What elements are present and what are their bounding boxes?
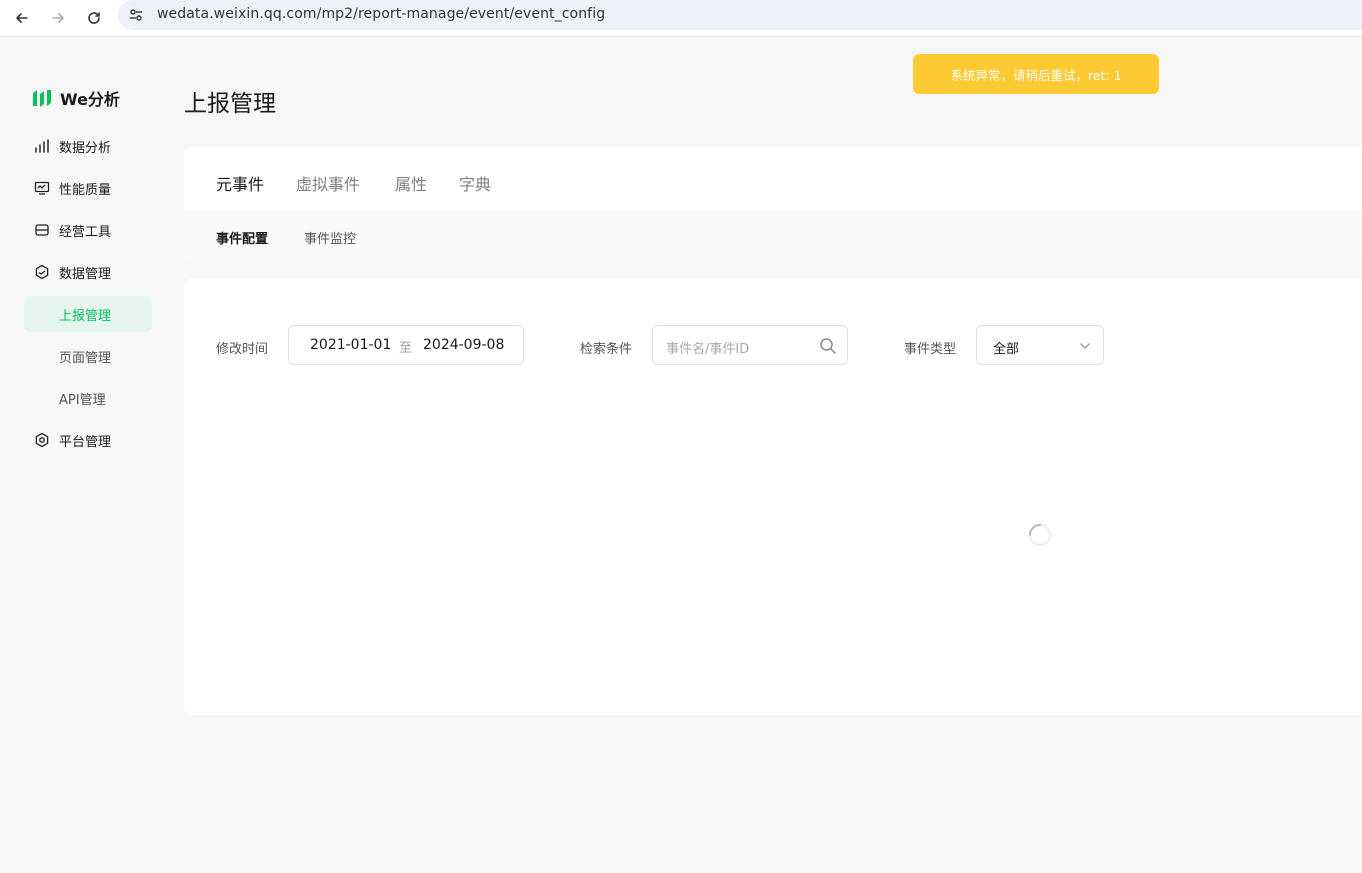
tab-virtual-events[interactable]: 虚拟事件: [296, 171, 360, 195]
tab-properties[interactable]: 属性: [395, 171, 427, 195]
sidebar-item-api-management[interactable]: API管理: [24, 380, 152, 416]
event-type-label: 事件类型: [904, 342, 957, 357]
search-icon[interactable]: [819, 337, 837, 355]
address-bar[interactable]: wedata.weixin.qq.com/mp2/report-manage/e…: [118, 0, 1362, 30]
subtab-event-config[interactable]: 事件配置: [216, 228, 268, 247]
arrow-left-icon: [16, 13, 28, 23]
reload-button[interactable]: [80, 4, 108, 32]
data-manage-icon: [35, 264, 49, 280]
tab-meta-events[interactable]: 元事件: [216, 171, 264, 195]
sidebar-item-label: 性能质量: [59, 182, 112, 198]
we-analytics-logo-icon: [33, 90, 51, 107]
sidebar-item-page-management[interactable]: 页面管理: [24, 338, 152, 374]
sidebar-item-performance[interactable]: 性能质量: [24, 170, 152, 206]
site-settings-icon[interactable]: [128, 7, 144, 23]
event-type-select[interactable]: 全部: [976, 325, 1104, 365]
chevron-down-icon: [1080, 343, 1090, 349]
bar-chart-icon: [35, 139, 49, 153]
browser-toolbar: wedata.weixin.qq.com/mp2/report-manage/e…: [0, 0, 1362, 37]
date-start-value: 2021-01-01: [310, 337, 392, 353]
search-placeholder: 事件名/事件ID: [666, 342, 750, 357]
date-range-picker[interactable]: 2021-01-01 至 2024-09-08: [288, 325, 524, 365]
modify-time-label: 修改时间: [216, 342, 269, 357]
sidebar-item-label: 经营工具: [59, 224, 112, 240]
sidebar-item-label: 平台管理: [59, 434, 112, 450]
monitor-icon: [34, 181, 50, 195]
event-type-value: 全部: [993, 342, 1020, 357]
date-end-value: 2024-09-08: [423, 337, 505, 353]
sidebar-item-label: 数据分析: [59, 140, 112, 156]
page-title: 上报管理: [184, 91, 276, 117]
subtab-event-monitor[interactable]: 事件监控: [304, 228, 356, 247]
forward-button[interactable]: [44, 4, 72, 32]
logo-text: We分析: [60, 90, 120, 109]
tabs-card: 元事件 虚拟事件 属性 字典 事件配置 事件监控: [184, 147, 1362, 258]
arrow-right-icon: [52, 13, 64, 23]
sidebar: We分析 数据分析 性能质量 经营工具 数据管理 上报管理 页面管理 API管理…: [0, 38, 170, 873]
search-condition-label: 检索条件: [580, 342, 633, 357]
app-logo[interactable]: We分析: [31, 86, 120, 110]
sidebar-item-label: 数据管理: [59, 266, 112, 282]
content-card: 修改时间 2021-01-01 至 2024-09-08 检索条件 事件名/事件…: [184, 279, 1362, 715]
subtab-bar: 事件配置 事件监控: [184, 211, 1362, 258]
sidebar-item-label: 上报管理: [59, 308, 112, 324]
back-button[interactable]: [8, 4, 36, 32]
hexagon-gear-icon: [35, 432, 49, 448]
sidebar-item-business-tools[interactable]: 经营工具: [24, 212, 152, 248]
date-separator: 至: [399, 341, 413, 356]
loading-spinner-icon: [1029, 524, 1051, 546]
sidebar-item-label: API管理: [59, 392, 106, 408]
sidebar-item-platform-management[interactable]: 平台管理: [24, 422, 152, 458]
store-icon: [35, 224, 49, 236]
sidebar-item-data-management[interactable]: 数据管理: [24, 254, 152, 290]
search-input[interactable]: 事件名/事件ID: [652, 325, 848, 365]
reload-icon: [88, 12, 100, 24]
url-text: wedata.weixin.qq.com/mp2/report-manage/e…: [157, 6, 606, 22]
sidebar-item-data-analysis[interactable]: 数据分析: [24, 128, 152, 164]
error-toast: 系统异常，请稍后重试，ret: 1: [913, 54, 1159, 94]
tab-dictionary[interactable]: 字典: [459, 171, 491, 195]
sidebar-item-report-management[interactable]: 上报管理: [24, 296, 152, 332]
sidebar-item-label: 页面管理: [59, 350, 112, 366]
